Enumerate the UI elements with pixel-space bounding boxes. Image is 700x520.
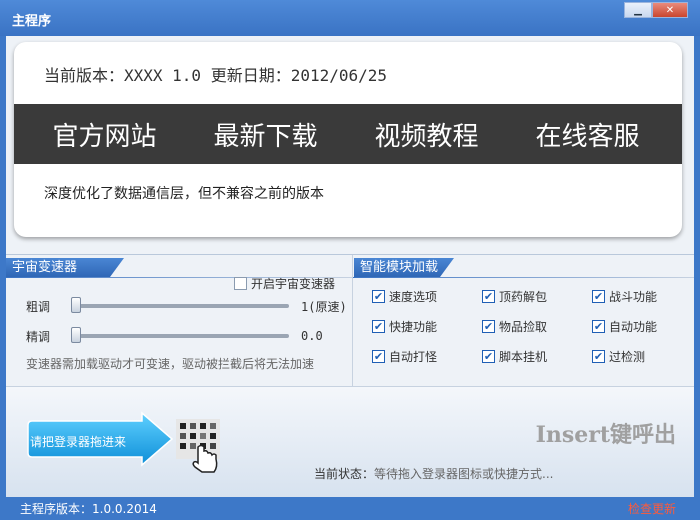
update-notice: 深度优化了数据通信层，但不兼容之前的版本	[44, 186, 324, 202]
version-info: 当前版本：XXXX 1.0 更新日期：2012/06/25	[44, 66, 388, 85]
enable-speed-label: 开启宇宙变速器	[251, 277, 336, 291]
coarse-value: 1(原速)	[301, 299, 347, 314]
minimize-icon: ▁	[634, 4, 642, 16]
close-icon: ✕	[665, 4, 675, 16]
feature-script-afk-checkbox[interactable]: ✔ 脚本挂机	[482, 348, 547, 365]
login-area: 请把登录器拖进来 Insert键呼出 当前状态：等待拖入登录器图标或快捷方式..…	[6, 386, 694, 497]
enable-speed-box[interactable]	[234, 277, 247, 290]
feature-label: 速度选项	[389, 290, 438, 304]
fine-slider-row: 精调 0.0	[26, 327, 323, 345]
drag-hint: 请把登录器拖进来	[30, 435, 127, 449]
feature-label: 脚本挂机	[499, 350, 548, 364]
feature-label: 自动功能	[609, 320, 658, 334]
speed-panel-title: 宇宙变速器	[6, 258, 124, 277]
feature-shortcut-checkbox[interactable]: ✔ 快捷功能	[372, 318, 437, 335]
feature-auto-function-checkbox[interactable]: ✔ 自动功能	[592, 318, 657, 335]
coarse-slider-thumb[interactable]	[71, 297, 81, 313]
status-line: 当前状态：等待拖入登录器图标或快捷方式...	[314, 465, 553, 482]
fine-value: 0.0	[301, 329, 323, 343]
check-icon[interactable]: ✔	[592, 350, 605, 363]
feature-potion-unpack-checkbox[interactable]: ✔ 顶药解包	[482, 288, 547, 305]
coarse-slider-row: 粗调 1(原速)	[26, 297, 347, 315]
settings-panels: 宇宙变速器 智能模块加载 开启宇宙变速器 粗调 1(原速) 精调 0.0 变速器…	[6, 254, 694, 387]
nav-latest-download[interactable]: 最新下载	[185, 116, 346, 153]
program-version: 主程序版本：1.0.0.2014	[20, 502, 157, 516]
check-icon[interactable]: ✔	[482, 320, 495, 333]
status-text: 等待拖入登录器图标或快捷方式...	[374, 467, 554, 481]
check-icon[interactable]: ✔	[592, 290, 605, 303]
feature-bypass-detection-checkbox[interactable]: ✔ 过检测	[592, 348, 645, 365]
window-title: 主程序	[12, 14, 52, 29]
title-bar: 主程序 ▁ ✕	[0, 0, 700, 36]
feature-label: 战斗功能	[609, 290, 658, 304]
check-icon[interactable]: ✔	[482, 290, 495, 303]
fine-label: 精调	[26, 329, 51, 344]
panel-divider	[352, 255, 353, 387]
nav-online-support[interactable]: 在线客服	[507, 116, 668, 153]
feature-label: 过检测	[609, 350, 646, 364]
check-icon[interactable]: ✔	[372, 320, 385, 333]
feature-item-pickup-checkbox[interactable]: ✔ 物品捡取	[482, 318, 547, 335]
info-area: 当前版本：XXXX 1.0 更新日期：2012/06/25 官方网站 最新下载 …	[6, 36, 694, 254]
coarse-slider[interactable]	[71, 297, 289, 313]
main-frame: 当前版本：XXXX 1.0 更新日期：2012/06/25 官方网站 最新下载 …	[6, 36, 694, 497]
status-label: 当前状态：	[314, 467, 375, 481]
feature-label: 快捷功能	[389, 320, 438, 334]
minimize-button[interactable]: ▁	[624, 2, 652, 18]
hotkey-hint: Insert键呼出	[535, 422, 676, 448]
nav-video-tutorial[interactable]: 视频教程	[346, 116, 507, 153]
close-button[interactable]: ✕	[652, 2, 688, 18]
feature-label: 顶药解包	[499, 290, 548, 304]
nav-bar: 官方网站 最新下载 视频教程 在线客服	[14, 104, 682, 164]
enable-speed-checkbox[interactable]: 开启宇宙变速器	[234, 275, 335, 292]
coarse-label: 粗调	[26, 299, 51, 314]
check-icon[interactable]: ✔	[372, 290, 385, 303]
feature-speed-options-checkbox[interactable]: ✔ 速度选项	[372, 288, 437, 305]
feature-auto-fight-checkbox[interactable]: ✔ 自动打怪	[372, 348, 437, 365]
feature-label: 物品捡取	[499, 320, 548, 334]
nav-official-site[interactable]: 官方网站	[24, 116, 185, 153]
info-card: 当前版本：XXXX 1.0 更新日期：2012/06/25 官方网站 最新下载 …	[14, 42, 682, 237]
feature-panel-title: 智能模块加载	[354, 258, 454, 277]
check-icon[interactable]: ✔	[482, 350, 495, 363]
feature-panel-divider	[353, 277, 694, 278]
speed-note: 变速器需加载驱动才可变速，驱动被拦截后将无法加速	[26, 357, 315, 371]
status-bar: 主程序版本：1.0.0.2014 检查更新	[0, 497, 700, 520]
fine-slider[interactable]	[71, 327, 289, 343]
fine-slider-thumb[interactable]	[71, 327, 81, 343]
check-icon[interactable]: ✔	[592, 320, 605, 333]
window-controls: ▁ ✕	[624, 2, 688, 18]
drop-target-icon[interactable]	[174, 417, 222, 473]
feature-label: 自动打怪	[389, 350, 438, 364]
feature-combat-checkbox[interactable]: ✔ 战斗功能	[592, 288, 657, 305]
check-icon[interactable]: ✔	[372, 350, 385, 363]
check-update-link[interactable]: 检查更新	[628, 500, 676, 517]
